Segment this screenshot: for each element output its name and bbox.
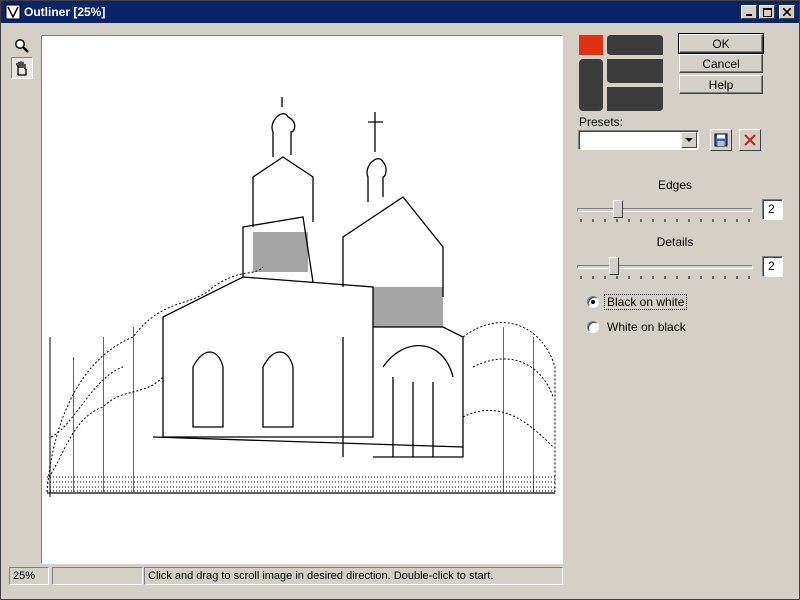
close-button[interactable] <box>779 5 795 19</box>
radio-black-on-white[interactable]: Black on white <box>587 294 688 310</box>
progress-status <box>52 567 143 585</box>
preview-image <box>46 97 556 497</box>
details-slider[interactable] <box>577 256 753 280</box>
outliner-dialog: Outliner [25%] 25% Click and drag to scr… <box>0 0 800 600</box>
edges-slider-thumb[interactable] <box>613 200 623 218</box>
delete-icon <box>744 134 756 146</box>
edges-ticks <box>580 219 750 222</box>
edges-slider-track <box>577 208 753 212</box>
save-preset-button[interactable] <box>710 129 732 151</box>
magnifier-icon <box>15 39 29 53</box>
presets-dropdown-button[interactable] <box>681 132 697 148</box>
app-icon <box>5 4 21 20</box>
details-ticks <box>580 276 750 279</box>
presets-combo[interactable] <box>578 130 699 150</box>
minimize-icon <box>746 14 752 16</box>
hint-status: Click and drag to scroll image in desire… <box>144 567 563 585</box>
help-button[interactable]: Help <box>679 75 763 94</box>
delete-preset-button[interactable] <box>739 129 761 151</box>
edges-label: Edges <box>657 178 693 192</box>
details-label: Details <box>656 235 694 249</box>
minimize-button[interactable] <box>741 5 757 19</box>
radio-white-on-black[interactable]: White on black <box>587 320 688 334</box>
pan-tool-button[interactable] <box>11 57 33 79</box>
edges-value-field[interactable]: 2 <box>762 199 783 220</box>
zoom-tool-button[interactable] <box>11 35 33 57</box>
radio-label: White on black <box>607 320 686 334</box>
radio-button[interactable] <box>587 321 599 333</box>
presets-label: Presets: <box>579 115 624 129</box>
radio-label: Black on white <box>603 294 688 310</box>
chevron-down-icon <box>685 137 693 142</box>
maximize-icon <box>762 7 772 17</box>
save-icon <box>714 133 728 147</box>
cancel-button[interactable]: Cancel <box>679 54 763 73</box>
details-slider-thumb[interactable] <box>609 257 619 275</box>
details-slider-track <box>577 265 753 269</box>
details-value-field[interactable]: 2 <box>762 256 783 277</box>
window-title: Outliner [25%] <box>24 5 106 19</box>
preview-pane[interactable] <box>41 35 563 564</box>
plugin-logo <box>579 35 663 111</box>
maximize-button[interactable] <box>759 5 775 19</box>
edges-slider[interactable] <box>577 199 753 223</box>
radio-button[interactable] <box>587 296 599 308</box>
zoom-status: 25% <box>9 567 49 585</box>
ok-button[interactable]: OK <box>678 33 764 54</box>
title-bar[interactable]: Outliner [25%] <box>1 1 799 23</box>
close-icon <box>783 8 791 16</box>
hand-icon <box>16 61 27 76</box>
